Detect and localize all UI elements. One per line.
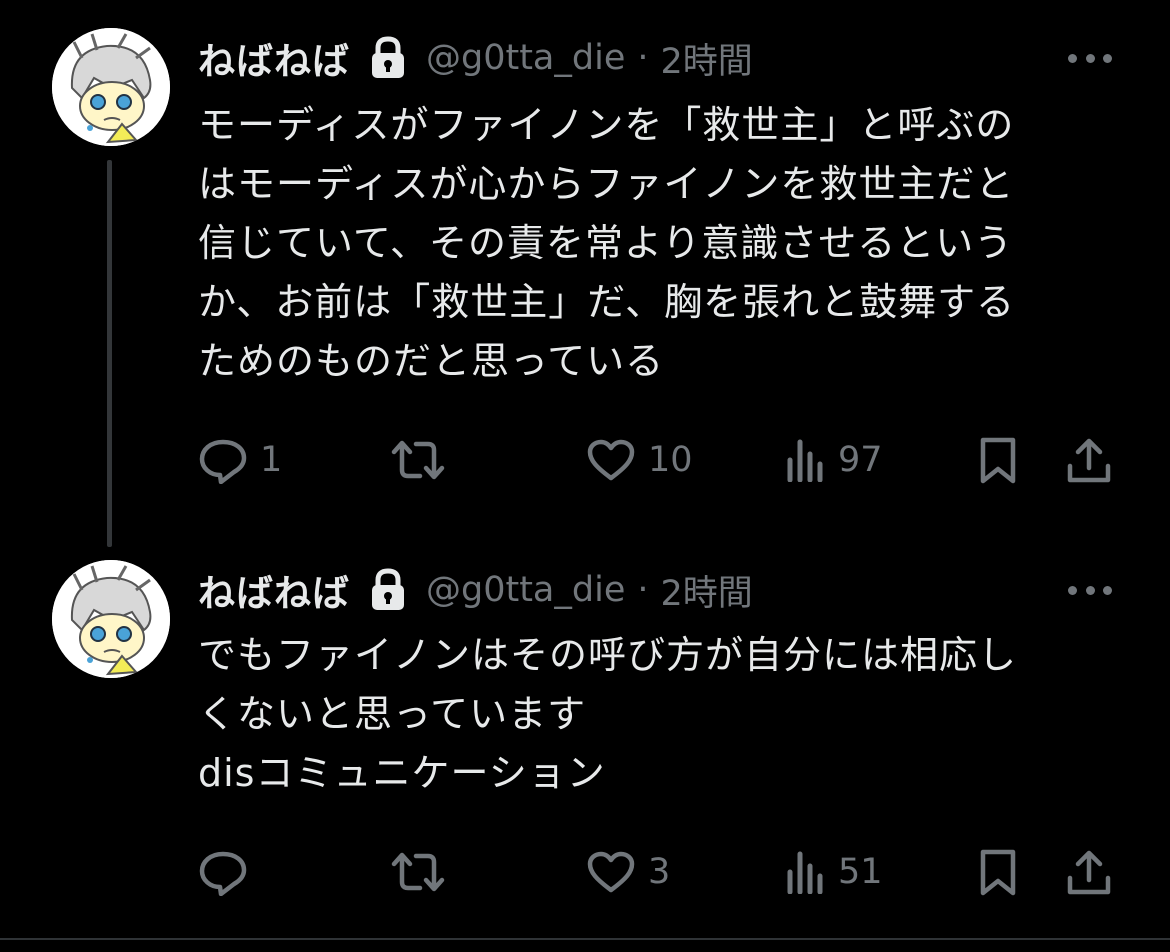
lock-icon (368, 568, 408, 612)
share-icon (1067, 850, 1111, 895)
action-bar: 1 10 97 (198, 430, 1118, 490)
like-button[interactable]: 3 (586, 842, 670, 902)
timestamp[interactable]: 2時間 (661, 33, 753, 84)
retweet-button[interactable] (390, 842, 458, 902)
like-button[interactable]: 10 (586, 430, 693, 490)
tweet-text-line: でもファイノンはその呼び方が自分には相応し (198, 633, 1018, 677)
tweet-text-line: 信じていて、その責を常より意識させるという (198, 221, 1014, 265)
views-icon (787, 439, 823, 482)
divider (0, 938, 1170, 940)
more-icon[interactable] (1068, 580, 1112, 600)
tweet-text-line: くないと思っています (198, 692, 587, 736)
retweet-button[interactable] (390, 430, 458, 490)
views-count: 51 (838, 852, 883, 892)
tweet-text-line: disコミュニケーション (198, 751, 606, 795)
tweet-text: モーディスがファイノンを「救世主」と呼ぶの はモーディスが心からファイノンを救世… (198, 96, 1098, 391)
reply-icon (199, 439, 247, 484)
share-button[interactable] (1066, 842, 1112, 902)
bookmark-button[interactable] (978, 430, 1018, 490)
like-count: 10 (648, 440, 693, 480)
tweet[interactable]: ねばねば @g0tta_die · 2時間 でもファイノンはその呼び方が自分には… (0, 550, 1170, 940)
retweet-icon (391, 852, 445, 892)
avatar[interactable] (52, 28, 170, 146)
views-icon (787, 851, 823, 894)
reply-button[interactable]: 1 (198, 430, 282, 490)
tweet-text-line: か、お前は「救世主」だ、胸を張れと鼓舞する (198, 280, 1016, 324)
tweet[interactable]: ねばねば @g0tta_die · 2時間 モーディスがファイノンを「救世主」と… (0, 0, 1170, 550)
bookmark-button[interactable] (978, 842, 1018, 902)
views-button[interactable]: 97 (786, 430, 883, 490)
reply-button[interactable] (198, 842, 260, 902)
tweet-text-line: はモーディスが心からファイノンを救世主だと (198, 162, 1015, 206)
views-button[interactable]: 51 (786, 842, 883, 902)
handle[interactable]: @g0tta_die (426, 570, 625, 610)
handle[interactable]: @g0tta_die (426, 38, 625, 78)
retweet-icon (391, 440, 445, 480)
like-icon (587, 439, 635, 481)
share-icon (1067, 438, 1111, 483)
bookmark-icon (980, 849, 1016, 896)
separator: · (637, 38, 649, 78)
lock-icon (368, 36, 408, 80)
tweet-text-line: ためのものだと思っている (198, 339, 665, 383)
like-count: 3 (648, 852, 671, 892)
thread-line (107, 160, 112, 547)
avatar-image (52, 560, 170, 678)
avatar[interactable] (52, 560, 170, 678)
bookmark-icon (980, 437, 1016, 484)
avatar-image (52, 28, 170, 146)
share-button[interactable] (1066, 430, 1112, 490)
more-icon[interactable] (1068, 48, 1112, 68)
display-name[interactable]: ねばねば (198, 31, 350, 85)
reply-icon (199, 851, 247, 896)
tweet-text: でもファイノンはその呼び方が自分には相応し くないと思っています disコミュニ… (198, 626, 1098, 803)
reply-count: 1 (260, 440, 283, 480)
tweet-header: ねばねば @g0tta_die · 2時間 (198, 560, 753, 620)
views-count: 97 (838, 440, 883, 480)
action-bar: 3 51 (198, 842, 1118, 902)
like-icon (587, 851, 635, 893)
display-name[interactable]: ねばねば (198, 563, 350, 617)
timestamp[interactable]: 2時間 (661, 565, 753, 616)
tweet-header: ねばねば @g0tta_die · 2時間 (198, 28, 753, 88)
separator: · (637, 570, 649, 610)
tweet-text-line: モーディスがファイノンを「救世主」と呼ぶの (198, 103, 1015, 147)
